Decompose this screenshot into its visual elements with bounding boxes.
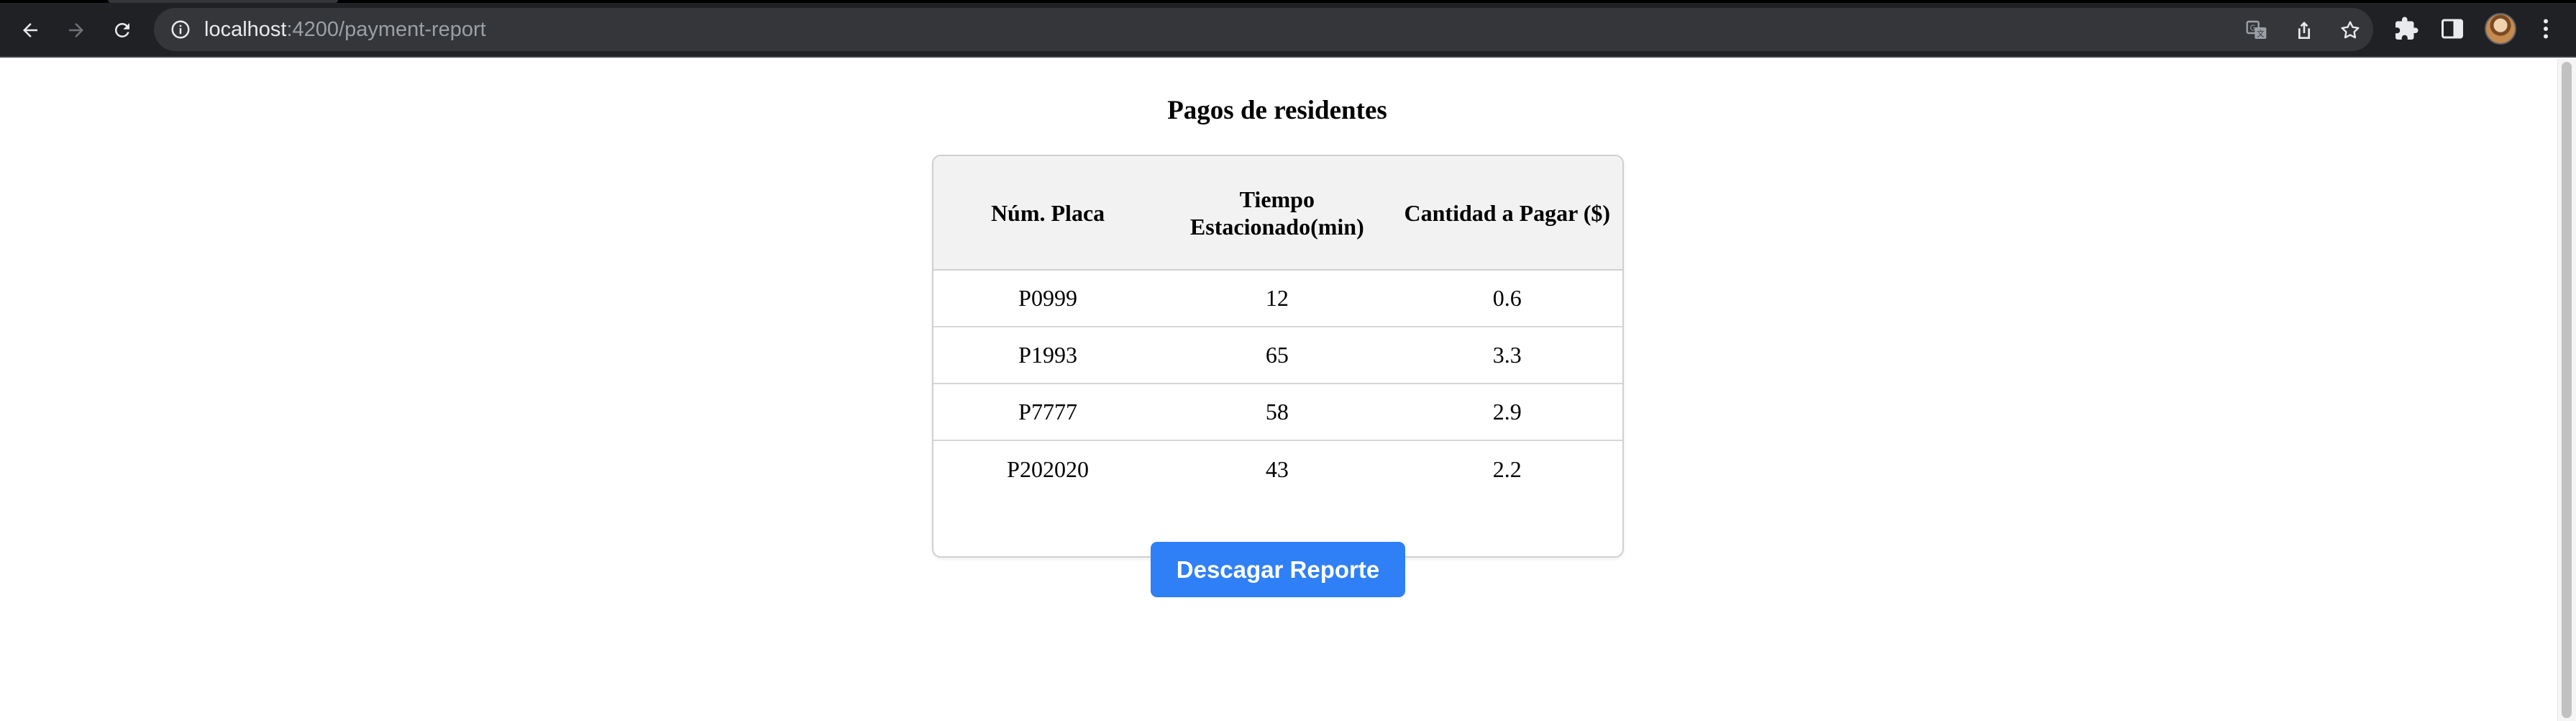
column-header-amount: Cantidad a Pagar ($) <box>1392 156 1622 271</box>
column-header-plate: Núm. Placa <box>933 156 1163 271</box>
side-panel-icon <box>2442 19 2463 39</box>
cell-minutes: 58 <box>1162 383 1392 440</box>
side-panel-button[interactable] <box>2439 16 2465 42</box>
cell-amount: 2.9 <box>1392 383 1622 440</box>
extensions-button[interactable] <box>2393 16 2419 42</box>
star-icon <box>2341 21 2360 39</box>
cell-plate: P7777 <box>933 383 1163 440</box>
browser-menu-button[interactable] <box>2533 16 2559 42</box>
scrollbar-thumb[interactable] <box>2562 62 2572 718</box>
share-icon <box>2298 22 2310 39</box>
tab-strip <box>0 0 2576 3</box>
cell-plate: P202020 <box>933 440 1163 497</box>
cell-amount: 0.6 <box>1492 285 1522 311</box>
cell-amount: 2.2 <box>1392 440 1622 497</box>
browser-toolbar: localhost:4200/payment-report G 文 <box>0 0 2576 58</box>
reload-icon <box>114 22 129 37</box>
reload-button[interactable] <box>105 13 140 47</box>
forward-button[interactable] <box>59 13 93 47</box>
arrow-left-icon <box>23 23 37 37</box>
puzzle-icon <box>2395 17 2419 40</box>
kebab-menu-icon <box>2544 19 2548 39</box>
cell-plate: P1993 <box>933 326 1163 384</box>
bookmark-button[interactable] <box>2339 19 2362 42</box>
profile-avatar[interactable] <box>2485 13 2516 45</box>
active-tab-edge[interactable] <box>108 0 338 3</box>
page-title: Pagos de residentes <box>1167 96 1387 125</box>
cell-minutes: 12 <box>1265 285 1289 311</box>
cell-plate: P0999 <box>1018 285 1077 311</box>
cell-amount: 3.3 <box>1392 326 1622 384</box>
table-row: P202020 43 2.2 <box>933 440 1622 497</box>
arrow-right-icon <box>69 23 83 37</box>
payments-table: Núm. Placa Tiempo Estacionado(min) Canti… <box>933 156 1622 497</box>
table-row: P0999 12 0.6 <box>933 270 1622 327</box>
column-header-minutes: Tiempo Estacionado(min) <box>1162 156 1392 271</box>
url-path: :4200/payment-report <box>286 18 486 41</box>
share-button[interactable] <box>2293 19 2316 42</box>
translate-icon: G 文 <box>2246 20 2267 39</box>
back-button[interactable] <box>13 13 47 47</box>
svg-text:文: 文 <box>2257 30 2265 39</box>
translate-button[interactable]: G 文 <box>2245 19 2268 42</box>
table-row: P1993 65 3.3 <box>933 326 1622 384</box>
address-bar[interactable]: localhost:4200/payment-report G 文 <box>154 8 2373 51</box>
download-report-button[interactable]: Descagar Reporte <box>1151 542 1405 597</box>
payments-table-container: Núm. Placa Tiempo Estacionado(min) Canti… <box>932 155 1624 558</box>
url-host: localhost <box>204 18 287 41</box>
cell-minutes: 65 <box>1162 326 1392 384</box>
table-row: P7777 58 2.9 <box>933 383 1622 440</box>
table-header-row: Núm. Placa Tiempo Estacionado(min) Canti… <box>933 156 1622 271</box>
info-circle-icon[interactable] <box>170 19 191 40</box>
url-text[interactable]: localhost:4200/payment-report <box>204 8 486 51</box>
cell-minutes: 43 <box>1162 440 1392 497</box>
